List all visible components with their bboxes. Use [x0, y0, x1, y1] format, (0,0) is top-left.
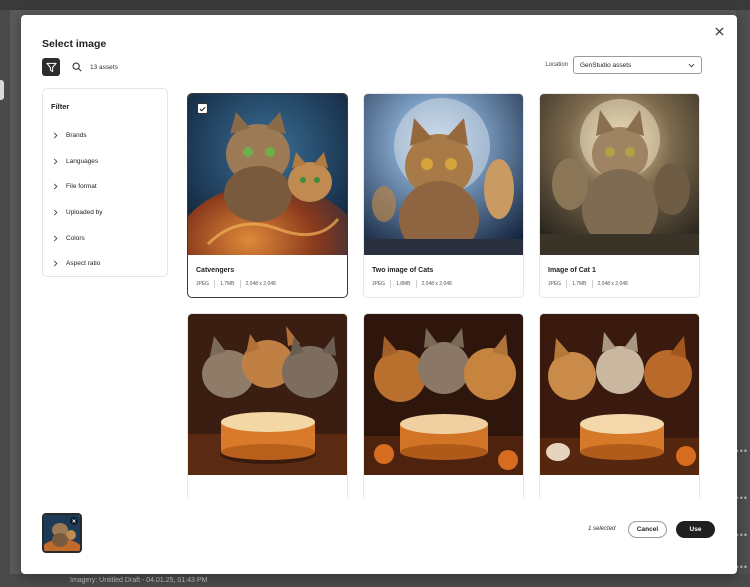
- chevron-down-icon: [688, 63, 695, 67]
- more-icon: •••: [735, 562, 748, 572]
- asset-thumbnail: [540, 94, 699, 255]
- location-value: GenStudio assets: [580, 61, 632, 69]
- chevron-right-icon: [53, 235, 58, 242]
- filter-item-label: File format: [66, 183, 97, 191]
- asset-thumbnail: [364, 314, 523, 475]
- close-icon: [714, 26, 724, 36]
- asset-grid: Catvengers JPEG 1.7MB 2,048 x 2,048 Two …: [187, 93, 707, 498]
- background-app-header: [0, 0, 750, 10]
- selected-asset-thumbnail[interactable]: [42, 513, 82, 553]
- asset-thumbnail: [540, 314, 699, 475]
- asset-meta: JPEG 1.7MB 2,048 x 2,048: [548, 280, 628, 288]
- filter-item-label: Uploaded by: [66, 209, 103, 217]
- select-image-dialog: Select image 13 assets Location GenStudi…: [21, 15, 737, 574]
- asset-card-cats-with-cake-1[interactable]: [187, 313, 348, 498]
- filter-icon: [45, 62, 57, 72]
- asset-thumbnail: [188, 94, 347, 255]
- asset-dimensions: 2,048 x 2,048: [597, 281, 628, 287]
- asset-format: JPEG: [548, 281, 562, 287]
- filter-panel-title: Filter: [51, 102, 70, 111]
- asset-dimensions: 2,048 x 2,048: [245, 281, 276, 287]
- filter-item-brands[interactable]: Brands: [53, 123, 103, 149]
- asset-card-two-image-of-cats[interactable]: Two image of Cats JPEG 1.8MB 2,048 x 2,0…: [363, 93, 524, 298]
- asset-title: Two image of Cats: [372, 267, 434, 274]
- filter-item-languages[interactable]: Languages: [53, 149, 103, 175]
- asset-card-image-of-cat-1[interactable]: Image of Cat 1 JPEG 1.7MB 2,048 x 2,048: [539, 93, 700, 298]
- asset-card-cats-with-cake-2[interactable]: [363, 313, 524, 498]
- asset-thumbnail: [188, 314, 347, 475]
- asset-meta: JPEG 1.8MB 2,048 x 2,048: [372, 280, 452, 288]
- asset-dimensions: 2,048 x 2,048: [421, 281, 452, 287]
- filter-item-label: Colors: [66, 234, 85, 242]
- close-icon: [72, 519, 76, 523]
- location-dropdown[interactable]: GenStudio assets: [573, 56, 702, 74]
- filter-toggle-button[interactable]: [42, 58, 60, 76]
- toolbar: 13 assets: [42, 58, 118, 76]
- selected-count: 1 selected: [588, 526, 616, 532]
- filter-item-uploaded-by[interactable]: Uploaded by: [53, 200, 103, 226]
- cancel-button[interactable]: Cancel: [628, 521, 667, 538]
- asset-format: JPEG: [196, 281, 210, 287]
- background-right-edge: ••• ••• ••• •••: [736, 10, 750, 587]
- search-icon: [72, 62, 82, 72]
- location-picker: Location GenStudio assets: [545, 56, 702, 74]
- more-icon: •••: [735, 493, 748, 503]
- selected-checkbox[interactable]: [197, 103, 208, 114]
- chevron-right-icon: [53, 132, 58, 139]
- asset-title: Image of Cat 1: [548, 267, 596, 274]
- asset-thumbnail: [364, 94, 523, 255]
- filter-item-label: Brands: [66, 132, 87, 140]
- asset-count: 13 assets: [90, 63, 118, 71]
- chevron-right-icon: [53, 184, 58, 190]
- location-label: Location: [545, 62, 568, 68]
- background-list-row: Imagery: Untitled Draft - 04.01.25, 01:4…: [10, 574, 750, 587]
- filter-item-file-format[interactable]: File format: [53, 174, 103, 200]
- close-button[interactable]: [711, 23, 727, 39]
- chevron-right-icon: [53, 260, 58, 267]
- asset-size: 1.7MB: [572, 281, 587, 287]
- filter-item-colors[interactable]: Colors: [53, 225, 103, 251]
- asset-title: Catvengers: [196, 267, 235, 274]
- remove-selection-button[interactable]: [70, 517, 78, 525]
- search-button[interactable]: [70, 60, 84, 74]
- more-icon: •••: [735, 446, 748, 456]
- filter-panel: Filter Brands Languages File format Uplo…: [42, 88, 168, 277]
- asset-size: 1.7MB: [220, 281, 235, 287]
- asset-card-cats-with-cake-3[interactable]: [539, 313, 700, 498]
- more-icon: •••: [735, 530, 748, 540]
- chevron-right-icon: [53, 158, 58, 165]
- background-left-rail: [0, 10, 10, 587]
- filter-item-aspect-ratio[interactable]: Aspect ratio: [53, 251, 103, 277]
- dialog-title: Select image: [42, 38, 107, 50]
- chevron-right-icon: [53, 209, 58, 216]
- asset-card-catvengers[interactable]: Catvengers JPEG 1.7MB 2,048 x 2,048: [187, 93, 348, 298]
- asset-format: JPEG: [372, 281, 386, 287]
- filter-item-label: Aspect ratio: [66, 260, 101, 268]
- filter-item-label: Languages: [66, 157, 99, 165]
- asset-meta: JPEG 1.7MB 2,048 x 2,048: [196, 280, 276, 288]
- asset-size: 1.8MB: [396, 281, 411, 287]
- use-button[interactable]: Use: [676, 521, 715, 538]
- checkmark-icon: [199, 106, 206, 111]
